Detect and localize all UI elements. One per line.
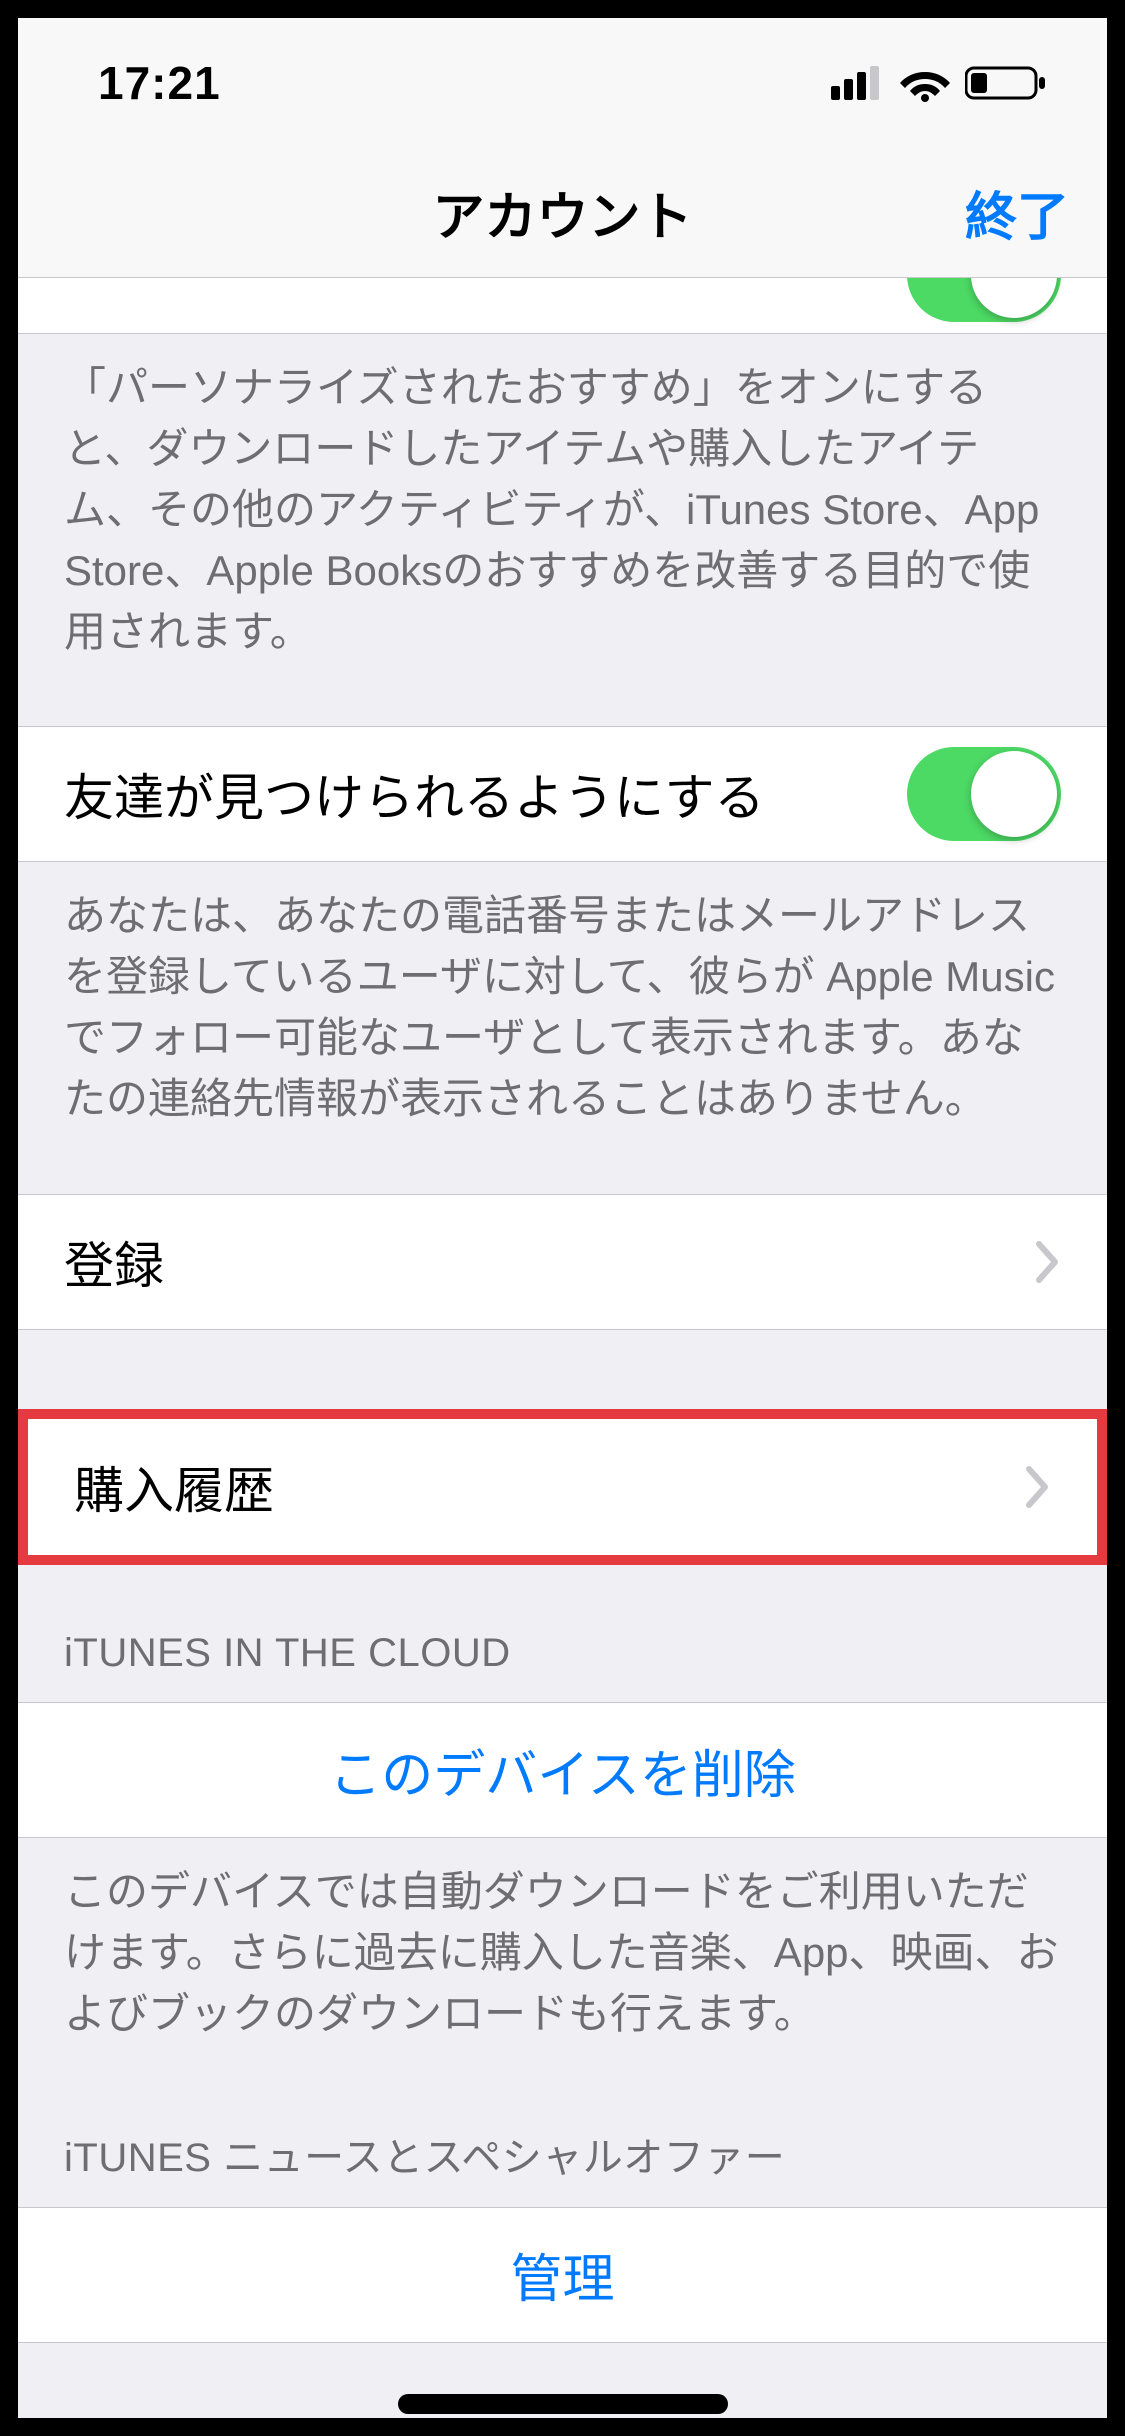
personalized-recommendations-row[interactable]: パーソナライズされたおすすめ — [18, 278, 1107, 334]
screen: 17:21 — [18, 18, 1107, 2418]
manage-row[interactable]: 管理 — [18, 2207, 1107, 2343]
remove-device-row[interactable]: このデバイスを削除 — [18, 1702, 1107, 1838]
status-indicators — [831, 64, 1047, 102]
nav-header: アカウント 終了 — [18, 148, 1107, 278]
status-bar: 17:21 — [18, 18, 1107, 148]
remove-device-footer: このデバイスでは自動ダウンロードをご利用いただけます。さらに過去に購入した音楽、… — [18, 1838, 1107, 2069]
news-offers-header: iTUNES ニュースとスペシャルオファー — [18, 2069, 1107, 2207]
toggle-knob — [971, 278, 1057, 318]
wifi-icon — [899, 64, 951, 102]
spacer — [18, 686, 1107, 726]
chevron-right-icon — [1035, 1240, 1061, 1284]
remove-device-link[interactable]: このデバイスを削除 — [64, 1733, 1061, 1808]
allow-friends-find-toggle[interactable] — [907, 747, 1061, 841]
toggle-knob — [971, 751, 1057, 837]
allow-friends-find-row[interactable]: 友達が見つけられるようにする — [18, 726, 1107, 862]
spacer — [18, 1330, 1107, 1410]
manage-link[interactable]: 管理 — [64, 2237, 1061, 2312]
personalized-recommendations-footer: 「パーソナライズされたおすすめ」をオンにすると、ダウンロードしたアイテムや購入し… — [18, 334, 1107, 686]
device-frame: 17:21 — [0, 0, 1125, 2436]
nav-title: アカウント — [432, 175, 692, 250]
status-time: 17:21 — [98, 56, 221, 110]
cellular-icon — [831, 66, 885, 100]
redaction-bar — [398, 2394, 728, 2414]
battery-icon — [965, 64, 1047, 102]
allow-friends-find-label: 友達が見つけられるようにする — [64, 758, 765, 830]
done-button[interactable]: 終了 — [965, 175, 1069, 250]
subscriptions-label: 登録 — [64, 1226, 164, 1298]
purchase-history-label: 購入履歴 — [74, 1451, 274, 1523]
subscriptions-row[interactable]: 登録 — [18, 1194, 1107, 1330]
content[interactable]: パーソナライズされたおすすめ 「パーソナライズされたおすすめ」をオンにすると、ダ… — [18, 278, 1107, 2418]
personalized-recommendations-toggle[interactable] — [907, 278, 1061, 322]
highlight-annotation: 購入履歴 — [18, 1409, 1107, 1565]
chevron-right-icon — [1025, 1465, 1051, 1509]
purchase-history-row[interactable]: 購入履歴 — [28, 1419, 1097, 1555]
personalized-recommendations-label: パーソナライズされたおすすめ — [64, 278, 763, 290]
spacer — [18, 1154, 1107, 1194]
allow-friends-find-footer: あなたは、あなたの電話番号またはメールアドレスを登録しているユーザに対して、彼ら… — [18, 862, 1107, 1154]
itunes-cloud-header: iTUNES IN THE CLOUD — [18, 1564, 1107, 1702]
